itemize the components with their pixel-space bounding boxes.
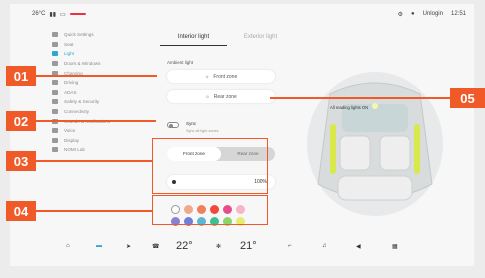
sidebar-item[interactable]: Charging	[52, 68, 148, 78]
reading-lights-label: All reading lights ON	[330, 105, 369, 110]
left-temperature[interactable]: 22°	[176, 240, 193, 252]
sidebar-item-icon	[52, 80, 58, 86]
right-temperature[interactable]: 21°	[240, 240, 257, 252]
navigation-icon[interactable]: ➤	[126, 243, 131, 250]
clock: 12:51	[450, 11, 466, 17]
screen: 26°C ▮▮ ▭ ⚙ ● Unlogin 12:51 Quick Settin…	[10, 4, 474, 266]
sync-label: Sync	[186, 121, 197, 126]
ambient-light-label: Ambient light	[167, 60, 194, 65]
user-label[interactable]: Unlogin	[423, 11, 443, 17]
callout-01-line	[36, 75, 157, 77]
sidebar-item[interactable]: Doors & Windows	[52, 59, 148, 69]
signal-icon: ▮▮	[49, 11, 57, 18]
sidebar-item-icon	[52, 109, 58, 115]
sidebar-item-label: Voice	[64, 128, 76, 134]
sync-sublabel: Sync all light zones	[186, 129, 219, 133]
apps-icon[interactable]: ▦	[392, 243, 398, 250]
tab-interior-light[interactable]: Interior light	[160, 28, 227, 46]
bottom-bar: ⌂ ▬ ➤ ☎ 22° ✻ 21° ⌐ ♫ ◀ ▦	[40, 232, 474, 260]
music-icon[interactable]: ♫	[322, 243, 327, 249]
sidebar-item-label: NOMI Lab	[64, 147, 85, 153]
seat-heat-icon[interactable]: ⌐	[288, 243, 292, 249]
alert-pill[interactable]	[69, 13, 86, 15]
sync-toggle[interactable]	[167, 122, 179, 128]
callout-03: 03	[6, 151, 36, 171]
sidebar-item-icon	[52, 41, 58, 47]
callout-03-box	[152, 138, 268, 194]
sidebar-item-label: Safety & Security	[64, 99, 100, 105]
sidebar-item-label: Doors & Windows	[64, 61, 101, 67]
sidebar-item-label: Connectivity	[64, 109, 90, 115]
light-icon: ☼	[204, 73, 210, 80]
sidebar-item-label: Light	[64, 51, 74, 57]
callout-05: 05	[450, 88, 485, 108]
home-icon[interactable]: ⌂	[66, 243, 70, 249]
status-bar: 26°C ▮▮ ▭ ⚙ ● Unlogin 12:51	[10, 4, 474, 24]
sidebar-item-icon	[52, 61, 58, 67]
callout-04-box	[152, 195, 268, 225]
callout-04-line	[36, 210, 152, 212]
sidebar-item-label: Driving	[64, 80, 79, 86]
sidebar-item[interactable]: Voice	[52, 126, 148, 136]
rear-zone-label: Rear zone	[213, 93, 237, 100]
user-icon: ●	[411, 11, 415, 17]
sidebar-item[interactable]: NOMI Lab	[52, 145, 148, 155]
sidebar-item[interactable]: Quick Settings	[52, 30, 148, 40]
sidebar-item[interactable]: Seat	[52, 40, 148, 50]
sidebar-item-icon	[52, 128, 58, 134]
sidebar-item-label: ADAS	[64, 89, 77, 95]
sidebar-item-icon	[52, 99, 58, 105]
sidebar-item-label: Quick Settings	[64, 32, 94, 38]
sidebar-item[interactable]: Safety & Security	[52, 97, 148, 107]
volume-icon[interactable]: ◀	[356, 243, 361, 250]
sidebar-item[interactable]: Driving	[52, 78, 148, 88]
sidebar-item-icon	[52, 32, 58, 38]
callout-03-line	[36, 160, 152, 162]
sidebar-item[interactable]: Light	[52, 49, 148, 59]
light-icon: ☼	[205, 93, 210, 100]
sidebar-item-icon	[52, 147, 58, 153]
phone-icon[interactable]: ☎	[152, 243, 159, 250]
front-zone-label: Front zone	[213, 73, 238, 80]
sidebar-item[interactable]: Connectivity	[52, 107, 148, 117]
sidebar-item-label: Display	[64, 137, 80, 143]
tab-exterior-light[interactable]: Exterior light	[227, 28, 294, 46]
callout-04: 04	[6, 201, 36, 221]
callout-05-line	[270, 97, 450, 99]
temperature-readout: 26°C	[32, 11, 46, 17]
car-icon[interactable]: ▬	[96, 243, 102, 249]
sidebar-item-icon	[52, 51, 58, 57]
callout-02: 02	[6, 111, 36, 131]
sidebar-item-label: Seat	[64, 41, 74, 47]
sidebar-item[interactable]: Display	[52, 136, 148, 146]
sidebar-item-icon	[52, 89, 58, 95]
rear-zone-button[interactable]: ☼ Rear zone	[167, 90, 275, 103]
front-zone-button[interactable]: ☼ Front zone	[167, 70, 275, 83]
callout-02-line	[36, 120, 156, 122]
battery-icon: ▭	[60, 11, 66, 18]
light-tabs: Interior light Exterior light	[160, 28, 294, 46]
sidebar: Quick Settings Seat Light Doors & Windows Ch…	[40, 30, 148, 230]
settings-icon[interactable]: ⚙	[398, 11, 403, 18]
callout-01: 01	[6, 66, 36, 86]
car-interior-illustration	[307, 72, 443, 216]
sidebar-item[interactable]: ADAS	[52, 88, 148, 98]
sidebar-item-icon	[52, 137, 58, 143]
fan-icon[interactable]: ✻	[216, 243, 221, 250]
